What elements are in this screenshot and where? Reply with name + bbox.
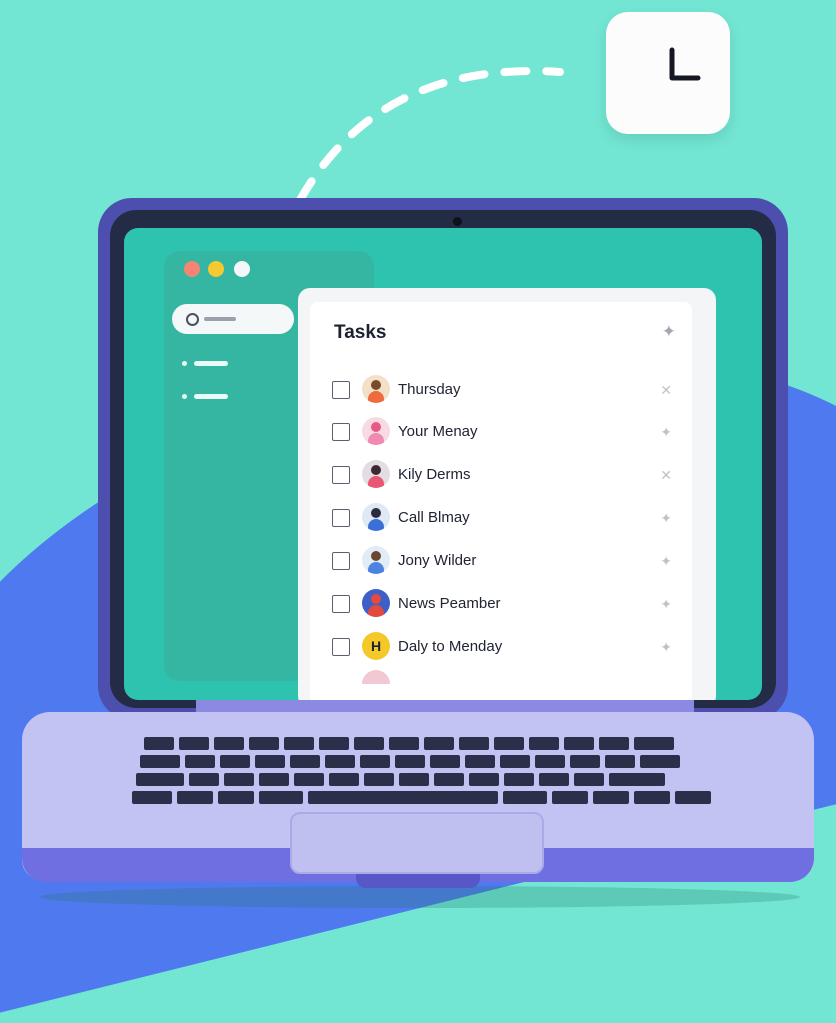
task-row[interactable]: Kily Derms ✕: [310, 455, 692, 495]
laptop-screen: Tasks ✦ Thursday ✕ Your Menay ✦ Kily Der…: [124, 228, 762, 700]
task-row[interactable]: Thursday ✕: [310, 370, 692, 410]
screen-bezel: Tasks ✦ Thursday ✕ Your Menay ✦ Kily Der…: [110, 210, 776, 708]
pin-icon[interactable]: ✦: [660, 510, 672, 527]
pin-icon[interactable]: ✦: [660, 639, 672, 656]
clock-tile[interactable]: [606, 12, 730, 134]
laptop-shadow: [40, 886, 800, 908]
task-row[interactable]: H Daly to Menday ✦: [310, 627, 692, 667]
tasks-panel: Tasks ✦ Thursday ✕ Your Menay ✦ Kily Der…: [298, 288, 716, 700]
task-label: Thursday: [398, 381, 461, 398]
bullet-icon: [182, 394, 187, 399]
task-label: Daly to Menday: [398, 638, 503, 655]
task-checkbox[interactable]: [332, 381, 350, 399]
sidebar-item-1[interactable]: [182, 360, 242, 368]
pin-icon[interactable]: ✦: [660, 596, 672, 613]
search-icon: [186, 313, 199, 326]
task-row[interactable]: Your Menay ✦: [310, 412, 692, 452]
task-checkbox[interactable]: [332, 552, 350, 570]
task-label: Kily Derms: [398, 466, 471, 483]
partial-avatar: [362, 670, 390, 684]
pin-icon[interactable]: ✕: [660, 382, 672, 399]
task-checkbox[interactable]: [332, 595, 350, 613]
task-checkbox[interactable]: [332, 466, 350, 484]
laptop-notch: [356, 874, 480, 888]
search-placeholder-bar: [204, 317, 236, 321]
task-label: News Peamber: [398, 595, 501, 612]
task-checkbox[interactable]: [332, 509, 350, 527]
webcam: [453, 217, 462, 226]
keyboard: [130, 737, 720, 811]
avatar: [362, 503, 390, 531]
keyboard-row: [132, 791, 711, 804]
avatar: H: [362, 632, 390, 660]
avatar: [362, 546, 390, 574]
avatar: [362, 460, 390, 488]
task-row[interactable]: Call Blmay ✦: [310, 498, 692, 538]
task-checkbox[interactable]: [332, 638, 350, 656]
clock-icon: [669, 47, 701, 81]
sidebar-item-2[interactable]: [182, 393, 242, 401]
keyboard-row: [144, 737, 674, 750]
sidebar-search-field[interactable]: [172, 304, 294, 334]
window-minimize-button[interactable]: [208, 261, 224, 277]
sidebar-item-line: [194, 394, 228, 399]
pin-icon[interactable]: ✦: [660, 553, 672, 570]
avatar: [362, 589, 390, 617]
trackpad: [290, 812, 544, 874]
pin-icon[interactable]: ✦: [662, 322, 676, 342]
task-label: Jony Wilder: [398, 552, 477, 569]
avatar-letter: H: [370, 638, 382, 654]
sidebar-item-line: [194, 361, 228, 366]
task-label: Call Blmay: [398, 509, 470, 526]
task-checkbox[interactable]: [332, 423, 350, 441]
bullet-icon: [182, 361, 187, 366]
avatar: [362, 417, 390, 445]
keyboard-row: [140, 755, 680, 768]
task-label: Your Menay: [398, 423, 478, 440]
keyboard-row: [136, 773, 665, 786]
avatar: [362, 375, 390, 403]
window-close-button[interactable]: [184, 261, 200, 277]
pin-icon[interactable]: ✦: [660, 424, 672, 441]
tasks-header: Tasks ✦: [310, 302, 692, 361]
laptop-lid: Tasks ✦ Thursday ✕ Your Menay ✦ Kily Der…: [98, 198, 788, 720]
window-maximize-button[interactable]: [234, 261, 250, 277]
task-row[interactable]: Jony Wilder ✦: [310, 541, 692, 581]
pin-icon[interactable]: ✕: [660, 467, 672, 484]
task-list: Thursday ✕ Your Menay ✦ Kily Derms ✕ Cal…: [310, 360, 692, 700]
tasks-title: Tasks: [334, 322, 387, 343]
task-row[interactable]: News Peamber ✦: [310, 584, 692, 624]
